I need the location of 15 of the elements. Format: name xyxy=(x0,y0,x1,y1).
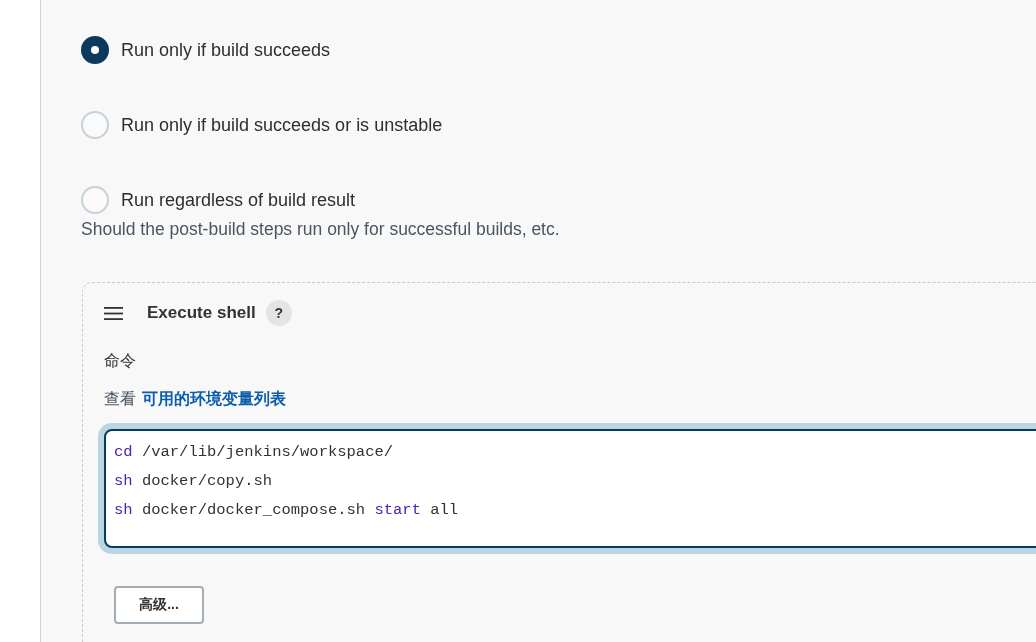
option-label: Run only if build succeeds xyxy=(121,39,331,61)
env-vars-link[interactable]: 可用的环境变量列表 xyxy=(142,388,286,410)
step-title: Execute shell xyxy=(147,303,256,323)
code-line: sh docker/docker_compose.sh start all xyxy=(114,500,459,521)
advanced-button[interactable]: 高级... xyxy=(114,586,204,624)
hamburger-icon[interactable] xyxy=(104,306,123,320)
hint-text: 查看 xyxy=(104,388,136,409)
code-line: cd /var/lib/jenkins/workspace/ xyxy=(114,442,394,463)
help-text: Should the post-build steps run only for successful builds, etc. xyxy=(81,218,560,241)
option-label: Run only if build succeeds or is unstable xyxy=(121,114,443,136)
code-line: sh docker/copy.sh xyxy=(114,471,273,492)
radio-button[interactable] xyxy=(81,36,109,64)
field-label: 命令 xyxy=(104,351,136,371)
option-label: Run regardless of build result xyxy=(121,189,356,211)
help-button[interactable]: ? xyxy=(265,300,292,326)
